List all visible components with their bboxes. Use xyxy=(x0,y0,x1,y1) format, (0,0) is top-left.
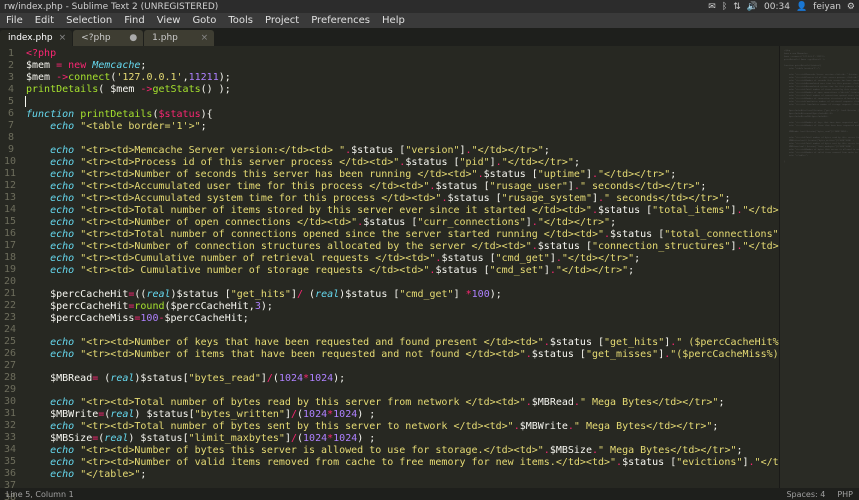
close-icon[interactable]: × xyxy=(195,33,209,43)
code-area[interactable]: <?php $mem = new Memcache; $mem ->connec… xyxy=(20,46,779,488)
network-icon[interactable]: ⇅ xyxy=(733,2,741,12)
close-icon[interactable]: × xyxy=(53,33,67,43)
tab[interactable]: <?php ● xyxy=(73,30,143,46)
status-spaces[interactable]: Spaces: 4 xyxy=(786,490,825,499)
minimap[interactable]: <?php $mem = new Memcache; $mem ->connec… xyxy=(779,46,859,488)
menu-goto[interactable]: Goto xyxy=(192,15,216,26)
status-position[interactable]: Line 5, Column 1 xyxy=(6,490,786,499)
tab-label: <?php xyxy=(81,33,110,43)
gear-icon[interactable]: ⚙ xyxy=(847,2,855,12)
tab[interactable]: index.php× xyxy=(0,30,72,46)
bluetooth-icon[interactable]: ᛒ xyxy=(722,2,727,12)
menu-file[interactable]: File xyxy=(6,15,23,26)
volume-icon[interactable]: 🔊 xyxy=(747,2,758,12)
menubar: File Edit Selection Find View Goto Tools Projec… xyxy=(0,13,859,28)
menu-find[interactable]: Find xyxy=(124,15,145,26)
window-title: rw/index.php - Sublime Text 2 (UNREGISTE… xyxy=(4,2,708,12)
menu-edit[interactable]: Edit xyxy=(35,15,54,26)
line-gutter: 1 2 3 4 5 6 7 8 9 10 11 12 13 14 15 16 1… xyxy=(0,46,20,488)
tab-label: index.php xyxy=(8,33,53,43)
menu-project[interactable]: Project xyxy=(265,15,299,26)
tab[interactable]: 1.php × xyxy=(144,30,214,46)
statusbar: Line 5, Column 1 Spaces: 4 PHP xyxy=(0,488,859,500)
editor: 1 2 3 4 5 6 7 8 9 10 11 12 13 14 15 16 1… xyxy=(0,46,859,488)
menu-view[interactable]: View xyxy=(157,15,181,26)
user-icon[interactable]: 👤 xyxy=(796,2,807,12)
tab-label: 1.php xyxy=(152,33,178,43)
system-tray: ✉ ᛒ ⇅ 🔊 00:34 👤 feiyan ⚙ xyxy=(708,2,855,12)
menu-selection[interactable]: Selection xyxy=(66,15,112,26)
user-name[interactable]: feiyan xyxy=(813,2,841,12)
clock[interactable]: 00:34 xyxy=(764,2,790,12)
menu-preferences[interactable]: Preferences xyxy=(311,15,370,26)
dirty-dot-icon[interactable]: ● xyxy=(123,33,137,43)
tabbar: index.php×<?php●1.php× xyxy=(0,28,859,46)
status-syntax[interactable]: PHP xyxy=(837,490,853,499)
mail-icon[interactable]: ✉ xyxy=(708,2,716,12)
window-titlebar: rw/index.php - Sublime Text 2 (UNREGISTE… xyxy=(0,0,859,13)
menu-tools[interactable]: Tools xyxy=(228,15,253,26)
menu-help[interactable]: Help xyxy=(382,15,405,26)
